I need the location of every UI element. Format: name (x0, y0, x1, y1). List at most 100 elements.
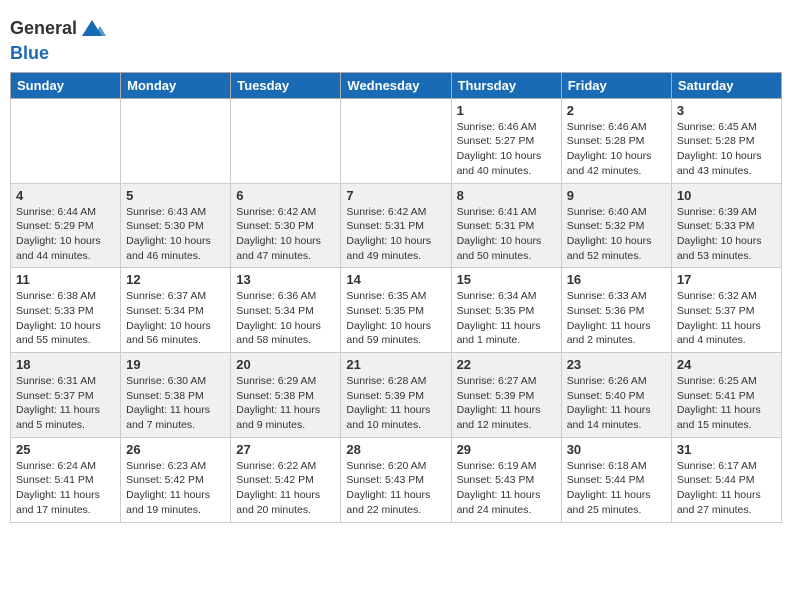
calendar-cell: 1 Sunrise: 6:46 AM Sunset: 5:27 PM Daylig… (451, 98, 561, 183)
day-number: 13 (236, 272, 335, 287)
day-number: 25 (16, 442, 115, 457)
calendar-cell: 16 Sunrise: 6:33 AM Sunset: 5:36 PM Dayli… (561, 268, 671, 353)
day-number: 24 (677, 357, 776, 372)
calendar-cell: 29Sunrise: 6:19 AM Sunset: 5:43 PM Dayli… (451, 437, 561, 522)
day-number: 9 (567, 188, 666, 203)
day-info: Sunrise: 6:45 AM Sunset: 5:28 PM Dayligh… (677, 120, 776, 179)
day-info: Sunrise: 6:33 AM Sunset: 5:36 PM Dayligh… (567, 289, 666, 348)
calendar-cell: 8 Sunrise: 6:41 AM Sunset: 5:31 PM Daylig… (451, 183, 561, 268)
calendar-cell: 31 Sunrise: 6:17 AM Sunset: 5:44 PM Dayli… (671, 437, 781, 522)
day-info: Sunrise: 6:35 AM Sunset: 5:35 PM Dayligh… (346, 289, 445, 348)
day-info: Sunrise: 6:28 AM Sunset: 5:39 PM Dayligh… (346, 374, 445, 433)
calendar-cell: 12 Sunrise: 6:37 AM Sunset: 5:34 PM Dayli… (121, 268, 231, 353)
day-number: 16 (567, 272, 666, 287)
day-info: Sunrise: 6:41 AM Sunset: 5:31 PM Dayligh… (457, 205, 556, 264)
day-number: 19 (126, 357, 225, 372)
day-number: 1 (457, 103, 556, 118)
calendar-cell: 20Sunrise: 6:29 AM Sunset: 5:38 PM Dayli… (231, 353, 341, 438)
calendar-cell: 25Sunrise: 6:24 AM Sunset: 5:41 PM Dayli… (11, 437, 121, 522)
weekday-header: Friday (561, 72, 671, 98)
day-info: Sunrise: 6:40 AM Sunset: 5:32 PM Dayligh… (567, 205, 666, 264)
calendar-cell: 22 Sunrise: 6:27 AM Sunset: 5:39 PM Dayli… (451, 353, 561, 438)
day-info: Sunrise: 6:37 AM Sunset: 5:34 PM Dayligh… (126, 289, 225, 348)
day-info: Sunrise: 6:30 AM Sunset: 5:38 PM Dayligh… (126, 374, 225, 433)
day-number: 30 (567, 442, 666, 457)
day-info: Sunrise: 6:32 AM Sunset: 5:37 PM Dayligh… (677, 289, 776, 348)
calendar-cell (341, 98, 451, 183)
day-info: Sunrise: 6:17 AM Sunset: 5:44 PM Dayligh… (677, 459, 776, 518)
calendar-cell: 2 Sunrise: 6:46 AM Sunset: 5:28 PM Daylig… (561, 98, 671, 183)
day-number: 8 (457, 188, 556, 203)
day-number: 6 (236, 188, 335, 203)
calendar-table: SundayMondayTuesdayWednesdayThursdayFrid… (10, 72, 782, 523)
calendar-cell: 19 Sunrise: 6:30 AM Sunset: 5:38 PM Dayli… (121, 353, 231, 438)
day-number: 28 (346, 442, 445, 457)
day-info: Sunrise: 6:18 AM Sunset: 5:44 PM Dayligh… (567, 459, 666, 518)
calendar-week-row: 18Sunrise: 6:31 AM Sunset: 5:37 PM Dayli… (11, 353, 782, 438)
day-number: 31 (677, 442, 776, 457)
logo-icon (78, 14, 106, 42)
day-number: 2 (567, 103, 666, 118)
day-number: 23 (567, 357, 666, 372)
calendar-cell (121, 98, 231, 183)
weekday-header: Tuesday (231, 72, 341, 98)
logo-blue-text: Blue (10, 44, 106, 64)
day-info: Sunrise: 6:34 AM Sunset: 5:35 PM Dayligh… (457, 289, 556, 348)
day-info: Sunrise: 6:26 AM Sunset: 5:40 PM Dayligh… (567, 374, 666, 433)
day-info: Sunrise: 6:42 AM Sunset: 5:31 PM Dayligh… (346, 205, 445, 264)
day-number: 11 (16, 272, 115, 287)
calendar-cell: 23 Sunrise: 6:26 AM Sunset: 5:40 PM Dayli… (561, 353, 671, 438)
calendar-week-row: 1 Sunrise: 6:46 AM Sunset: 5:27 PM Daylig… (11, 98, 782, 183)
day-number: 14 (346, 272, 445, 287)
day-info: Sunrise: 6:38 AM Sunset: 5:33 PM Dayligh… (16, 289, 115, 348)
calendar-week-row: 4 Sunrise: 6:44 AM Sunset: 5:29 PM Daylig… (11, 183, 782, 268)
calendar-cell: 24 Sunrise: 6:25 AM Sunset: 5:41 PM Dayli… (671, 353, 781, 438)
day-number: 10 (677, 188, 776, 203)
calendar-cell: 7 Sunrise: 6:42 AM Sunset: 5:31 PM Daylig… (341, 183, 451, 268)
day-number: 22 (457, 357, 556, 372)
day-info: Sunrise: 6:46 AM Sunset: 5:28 PM Dayligh… (567, 120, 666, 179)
calendar-cell (231, 98, 341, 183)
calendar-cell (11, 98, 121, 183)
day-info: Sunrise: 6:43 AM Sunset: 5:30 PM Dayligh… (126, 205, 225, 264)
calendar-cell: 3Sunrise: 6:45 AM Sunset: 5:28 PM Daylig… (671, 98, 781, 183)
day-info: Sunrise: 6:44 AM Sunset: 5:29 PM Dayligh… (16, 205, 115, 264)
day-number: 12 (126, 272, 225, 287)
calendar-cell: 13Sunrise: 6:36 AM Sunset: 5:34 PM Dayli… (231, 268, 341, 353)
weekday-header: Thursday (451, 72, 561, 98)
day-info: Sunrise: 6:39 AM Sunset: 5:33 PM Dayligh… (677, 205, 776, 264)
day-number: 7 (346, 188, 445, 203)
day-number: 17 (677, 272, 776, 287)
calendar-cell: 17 Sunrise: 6:32 AM Sunset: 5:37 PM Dayli… (671, 268, 781, 353)
day-info: Sunrise: 6:46 AM Sunset: 5:27 PM Dayligh… (457, 120, 556, 179)
calendar-header-row: SundayMondayTuesdayWednesdayThursdayFrid… (11, 72, 782, 98)
calendar-week-row: 11 Sunrise: 6:38 AM Sunset: 5:33 PM Dayli… (11, 268, 782, 353)
calendar-cell: 11 Sunrise: 6:38 AM Sunset: 5:33 PM Dayli… (11, 268, 121, 353)
day-info: Sunrise: 6:19 AM Sunset: 5:43 PM Dayligh… (457, 459, 556, 518)
day-number: 4 (16, 188, 115, 203)
day-info: Sunrise: 6:25 AM Sunset: 5:41 PM Dayligh… (677, 374, 776, 433)
calendar-cell: 6 Sunrise: 6:42 AM Sunset: 5:30 PM Daylig… (231, 183, 341, 268)
day-info: Sunrise: 6:20 AM Sunset: 5:43 PM Dayligh… (346, 459, 445, 518)
day-number: 18 (16, 357, 115, 372)
day-info: Sunrise: 6:42 AM Sunset: 5:30 PM Dayligh… (236, 205, 335, 264)
day-info: Sunrise: 6:22 AM Sunset: 5:42 PM Dayligh… (236, 459, 335, 518)
day-number: 5 (126, 188, 225, 203)
page-header: General Blue (10, 10, 782, 64)
calendar-cell: 28 Sunrise: 6:20 AM Sunset: 5:43 PM Dayli… (341, 437, 451, 522)
day-info: Sunrise: 6:27 AM Sunset: 5:39 PM Dayligh… (457, 374, 556, 433)
weekday-header: Saturday (671, 72, 781, 98)
day-number: 15 (457, 272, 556, 287)
day-number: 26 (126, 442, 225, 457)
calendar-cell: 21Sunrise: 6:28 AM Sunset: 5:39 PM Dayli… (341, 353, 451, 438)
weekday-header: Sunday (11, 72, 121, 98)
calendar-cell: 26Sunrise: 6:23 AM Sunset: 5:42 PM Dayli… (121, 437, 231, 522)
day-number: 27 (236, 442, 335, 457)
weekday-header: Wednesday (341, 72, 451, 98)
calendar-cell: 15 Sunrise: 6:34 AM Sunset: 5:35 PM Dayli… (451, 268, 561, 353)
day-info: Sunrise: 6:29 AM Sunset: 5:38 PM Dayligh… (236, 374, 335, 433)
calendar-cell: 27 Sunrise: 6:22 AM Sunset: 5:42 PM Dayli… (231, 437, 341, 522)
weekday-header: Monday (121, 72, 231, 98)
logo: General Blue (10, 14, 106, 64)
calendar-cell: 9 Sunrise: 6:40 AM Sunset: 5:32 PM Daylig… (561, 183, 671, 268)
